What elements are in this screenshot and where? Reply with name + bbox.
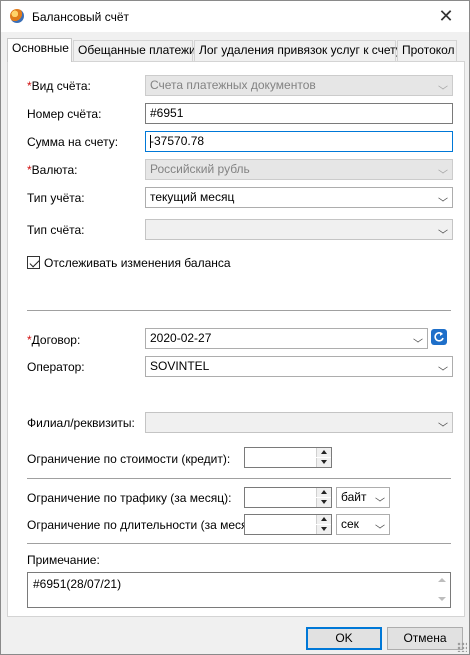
chevron-down-icon [375,494,385,502]
balance-account-dialog: Балансовый счёт ✕ Основные Обещанные пла… [0,0,470,655]
tab-main[interactable]: Основные [7,38,72,62]
operator-select[interactable]: SOVINTEL [145,356,453,377]
accounting-type-select[interactable]: текущий месяц [145,187,453,208]
balance-field[interactable]: -37570.78 [145,131,453,152]
account-number-label: Номер счёта: [27,107,102,121]
window-title: Балансовый счёт [32,10,129,24]
traffic-limit-label: Ограничение по трафику (за месяц): [27,491,232,505]
cost-limit-label: Ограничение по стоимости (кредит): [27,452,231,466]
chevron-down-icon [438,194,448,202]
track-balance-checkbox[interactable] [27,256,40,269]
duration-limit-label: Ограничение по длительности (за месяц): [27,518,262,532]
title-bar: Балансовый счёт ✕ [1,1,469,32]
chevron-down-icon [438,363,448,371]
text-cursor [150,135,151,148]
spin-up-icon[interactable] [316,448,331,457]
spin-down-icon[interactable] [316,525,331,534]
account-type-select[interactable]: Счета платежных документов [145,75,453,96]
spin-up-icon[interactable] [316,515,331,524]
cost-limit-spinner[interactable] [244,447,332,468]
divider [27,310,451,311]
contract-label: *Договор: [27,333,81,347]
app-icon [10,9,24,23]
resize-grip-icon[interactable] [457,642,467,652]
account-number-field[interactable]: #6951 [145,103,453,124]
note-textarea[interactable]: #6951(28/07/21) [27,572,451,608]
operator-label: Оператор: [27,360,85,374]
divider [27,478,451,479]
branch-label: Филиал/реквизиты: [27,416,135,430]
tab-unbind-log[interactable]: Лог удаления привязок услуг к счету [194,40,402,61]
balance-label: Сумма на счету: [27,135,119,149]
account-kind-label: Тип счёта: [27,223,85,237]
branch-select[interactable] [145,412,453,433]
tab-protocol[interactable]: Протокол [397,40,457,61]
spin-down-icon[interactable] [316,498,331,507]
refresh-icon[interactable] [431,329,447,345]
note-scrollbar[interactable] [434,573,450,607]
chevron-down-icon [413,335,423,343]
traffic-unit-select[interactable]: байт [336,487,390,508]
accounting-type-label: Тип учёта: [27,191,85,205]
contract-select[interactable]: 2020-02-27 [145,328,428,349]
account-kind-select[interactable] [145,219,453,240]
track-balance-label: Отслеживать изменения баланса [44,256,231,270]
close-button[interactable]: ✕ [423,1,469,32]
tab-bar: Основные Обещанные платежи Лог удаления … [7,38,465,62]
divider [27,543,451,544]
tab-promised-payments[interactable]: Обещанные платежи [73,40,196,61]
duration-unit-select[interactable]: сек [336,514,390,535]
currency-label: *Валюта: [27,163,78,177]
chevron-down-icon [375,521,385,529]
cancel-button[interactable]: Отмена [387,627,463,650]
note-label: Примечание: [27,553,100,567]
currency-select[interactable]: Российский рубль [145,159,453,180]
traffic-limit-spinner[interactable] [244,487,332,508]
chevron-down-icon [438,82,448,90]
ok-button[interactable]: OK [306,627,382,650]
chevron-down-icon [438,166,448,174]
chevron-down-icon [438,226,448,234]
account-type-label: *Вид счёта: [27,79,91,93]
spin-down-icon[interactable] [316,458,331,467]
spin-up-icon[interactable] [316,488,331,497]
chevron-down-icon [438,419,448,427]
duration-limit-spinner[interactable] [244,514,332,535]
